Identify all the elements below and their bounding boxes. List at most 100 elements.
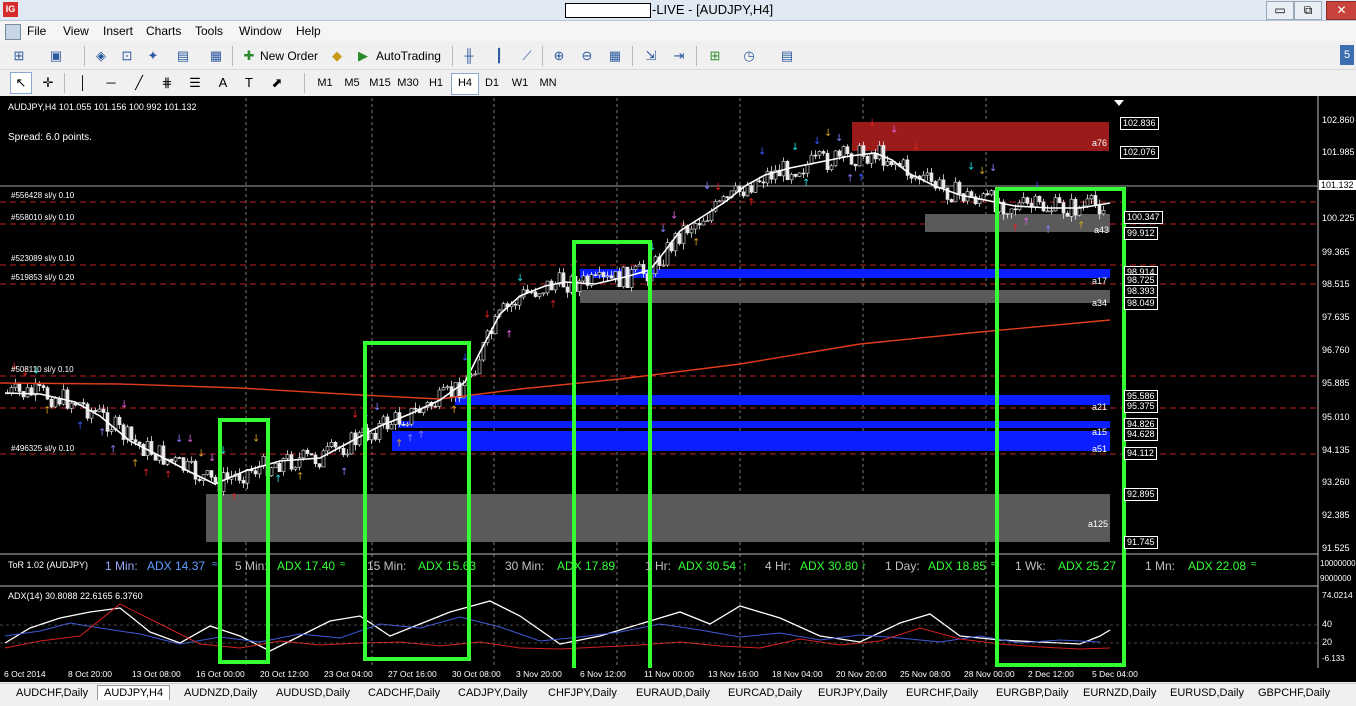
candle-body	[345, 453, 350, 456]
bar-chart-icon[interactable]: ╫	[458, 45, 480, 67]
tab-audnzd-daily[interactable]: AUDNZD,Daily	[184, 687, 257, 699]
tor-adx-value: ADX 14.37	[147, 559, 206, 573]
tab-eurgbp-daily[interactable]: EURGBP,Daily	[996, 687, 1069, 699]
tab-eurchf-daily[interactable]: EURCHF,Daily	[906, 687, 978, 699]
buy-arrow-icon: ↑	[450, 405, 458, 416]
line-chart-icon[interactable]: ⟋	[516, 45, 538, 67]
tab-gbpchf-daily[interactable]: GBPCHF,Daily	[1258, 687, 1330, 699]
new-chart-icon[interactable]: ⊞	[8, 45, 30, 67]
candlestick-icon[interactable]: ┃	[488, 45, 510, 67]
tor-y-label: 9000000	[1320, 574, 1352, 583]
zone-label: a76	[1092, 138, 1108, 148]
candle-body	[1089, 195, 1094, 200]
menu-help[interactable]: Help	[296, 24, 321, 38]
market-watch-icon[interactable]: ◈	[90, 45, 112, 67]
zoom-in-icon[interactable]: ⊕	[548, 45, 570, 67]
order-label: #558010 sl/y 0.10	[11, 213, 75, 222]
equidistant-channel-icon[interactable]: ⋕	[156, 72, 178, 94]
candle-body	[601, 272, 606, 278]
trendline-icon[interactable]: ╱	[128, 72, 150, 94]
candle-body	[697, 223, 702, 226]
candle-body	[13, 383, 18, 388]
tf-d1[interactable]: D1	[479, 73, 505, 93]
candle-body	[273, 463, 278, 469]
candle-body	[401, 424, 406, 426]
tab-chfjpy-daily[interactable]: CHFJPY,Daily	[548, 687, 617, 699]
menu-tools[interactable]: Tools	[195, 24, 223, 38]
community-icon[interactable]: 5	[1340, 45, 1354, 65]
templates-icon[interactable]: ▤	[776, 45, 798, 67]
new-order-icon[interactable]: ✚	[238, 45, 260, 67]
text-icon[interactable]: A	[212, 72, 234, 94]
tf-h1[interactable]: H1	[423, 73, 449, 93]
menu-insert[interactable]: Insert	[103, 24, 133, 38]
buy-arrow-icon: ↑	[1044, 225, 1052, 236]
tab-audjpy-h4[interactable]: AUDJPY,H4	[97, 685, 171, 700]
indicators-icon[interactable]: ⊞	[704, 45, 726, 67]
metaeditor-icon[interactable]: ◆	[326, 45, 348, 67]
x-axis-label: 25 Nov 08:00	[900, 669, 951, 679]
autoscroll-icon[interactable]: ⇲	[640, 45, 662, 67]
candle-body	[381, 416, 386, 424]
tf-h4[interactable]: H4	[451, 73, 479, 95]
arrows-icon[interactable]: ⬈	[266, 72, 288, 94]
chart-window[interactable]: ↓ ↓ ↓ ↑ ↑ ↑ ↑ ↓ ↑ ↑ ↑ ↓ ↓ ↓ ↓ ↓ ↑ ↓ ↑ ↑ ↑ ↓ ↓ ↓ ↑ ↑ ↑ ↑ ↓ ↓ ↑ ↓ ↑ ↓ ↓ ↓ ↓ ↑ ↓ ↓…	[0, 96, 1356, 682]
crosshair-icon[interactable]: ✛	[37, 72, 59, 94]
horizontal-line-icon[interactable]: ─	[100, 72, 122, 94]
zoom-out-icon[interactable]: ⊖	[576, 45, 598, 67]
candle-body	[53, 397, 58, 408]
tab-euraud-daily[interactable]: EURAUD,Daily	[636, 687, 710, 699]
tile-windows-icon[interactable]: ▦	[604, 45, 626, 67]
zone-a34	[580, 290, 1110, 303]
autotrading-button[interactable]: AutoTrading	[376, 49, 441, 63]
tf-mn[interactable]: MN	[535, 73, 561, 93]
menu-file[interactable]: File	[27, 24, 46, 38]
candle-body	[301, 449, 306, 459]
tab-audusd-daily[interactable]: AUDUSD,Daily	[276, 687, 350, 699]
tf-w1[interactable]: W1	[507, 73, 533, 93]
data-window-icon[interactable]: ⊡	[116, 45, 138, 67]
tab-cadchf-daily[interactable]: CADCHF,Daily	[368, 687, 440, 699]
candle-body	[133, 439, 138, 443]
tab-eurcad-daily[interactable]: EURCAD,Daily	[728, 687, 802, 699]
tab-eurjpy-daily[interactable]: EURJPY,Daily	[818, 687, 888, 699]
standard-toolbar: ⊞ ▣ ◈ ⊡ ✦ ▤ ▦ ✚ New Order ◆ ▶ AutoTradin…	[0, 43, 1356, 110]
close-button[interactable]: ✕	[1326, 1, 1356, 20]
strategy-tester-icon[interactable]: ▦	[205, 45, 227, 67]
candle-body	[533, 291, 538, 297]
chart-shift-icon[interactable]: ⇥	[668, 45, 690, 67]
candle-body	[153, 454, 158, 461]
minimize-button[interactable]: ▭	[1266, 1, 1294, 20]
tab-eurusd-daily[interactable]: EURUSD,Daily	[1170, 687, 1244, 699]
navigator-icon[interactable]: ✦	[142, 45, 164, 67]
zone-label: a15	[1092, 427, 1108, 437]
tf-m1[interactable]: M1	[312, 73, 338, 93]
periods-clock-icon[interactable]: ◷	[738, 45, 760, 67]
price-chart-canvas[interactable]: ↓↓ ↓↑↑↑↑↓↑↑ ↑↓ ↓↓ ↓↓↑↓↑ ↑ ↑↓ ↓↓↑ ↑ ↑↑↓↓↑↓↑↓↓↓↓↑↓ ↓…	[0, 96, 1356, 668]
tf-m5[interactable]: M5	[339, 73, 365, 93]
cursor-icon[interactable]: ↖	[10, 72, 32, 94]
tf-m15[interactable]: M15	[367, 73, 393, 93]
text-label-icon[interactable]: T	[238, 72, 260, 94]
menu-charts[interactable]: Charts	[146, 24, 181, 38]
tf-m30[interactable]: M30	[395, 73, 421, 93]
menu-window[interactable]: Window	[239, 24, 282, 38]
tab-eurnzd-daily[interactable]: EURNZD,Daily	[1083, 687, 1156, 699]
fibonacci-icon[interactable]: ☰	[184, 72, 206, 94]
new-order-button[interactable]: New Order	[260, 49, 318, 63]
y-axis-label: 94.135	[1322, 445, 1350, 455]
restore-button[interactable]: ⧉	[1294, 1, 1322, 20]
menu-view[interactable]: View	[63, 24, 89, 38]
x-axis-label: 5 Dec 04:00	[1092, 669, 1138, 679]
profiles-icon[interactable]: ▣	[45, 45, 67, 67]
terminal-icon[interactable]: ▤	[172, 45, 194, 67]
tab-audchf-daily[interactable]: AUDCHF,Daily	[16, 687, 88, 699]
candle-body	[325, 446, 330, 452]
tab-cadjpy-daily[interactable]: CADJPY,Daily	[458, 687, 528, 699]
candle-body	[1021, 197, 1026, 204]
candle-body	[409, 408, 414, 425]
autotrading-icon[interactable]: ▶	[352, 45, 374, 67]
candle-body	[241, 480, 246, 484]
vertical-line-icon[interactable]: │	[72, 72, 94, 94]
candle-body	[877, 145, 882, 160]
